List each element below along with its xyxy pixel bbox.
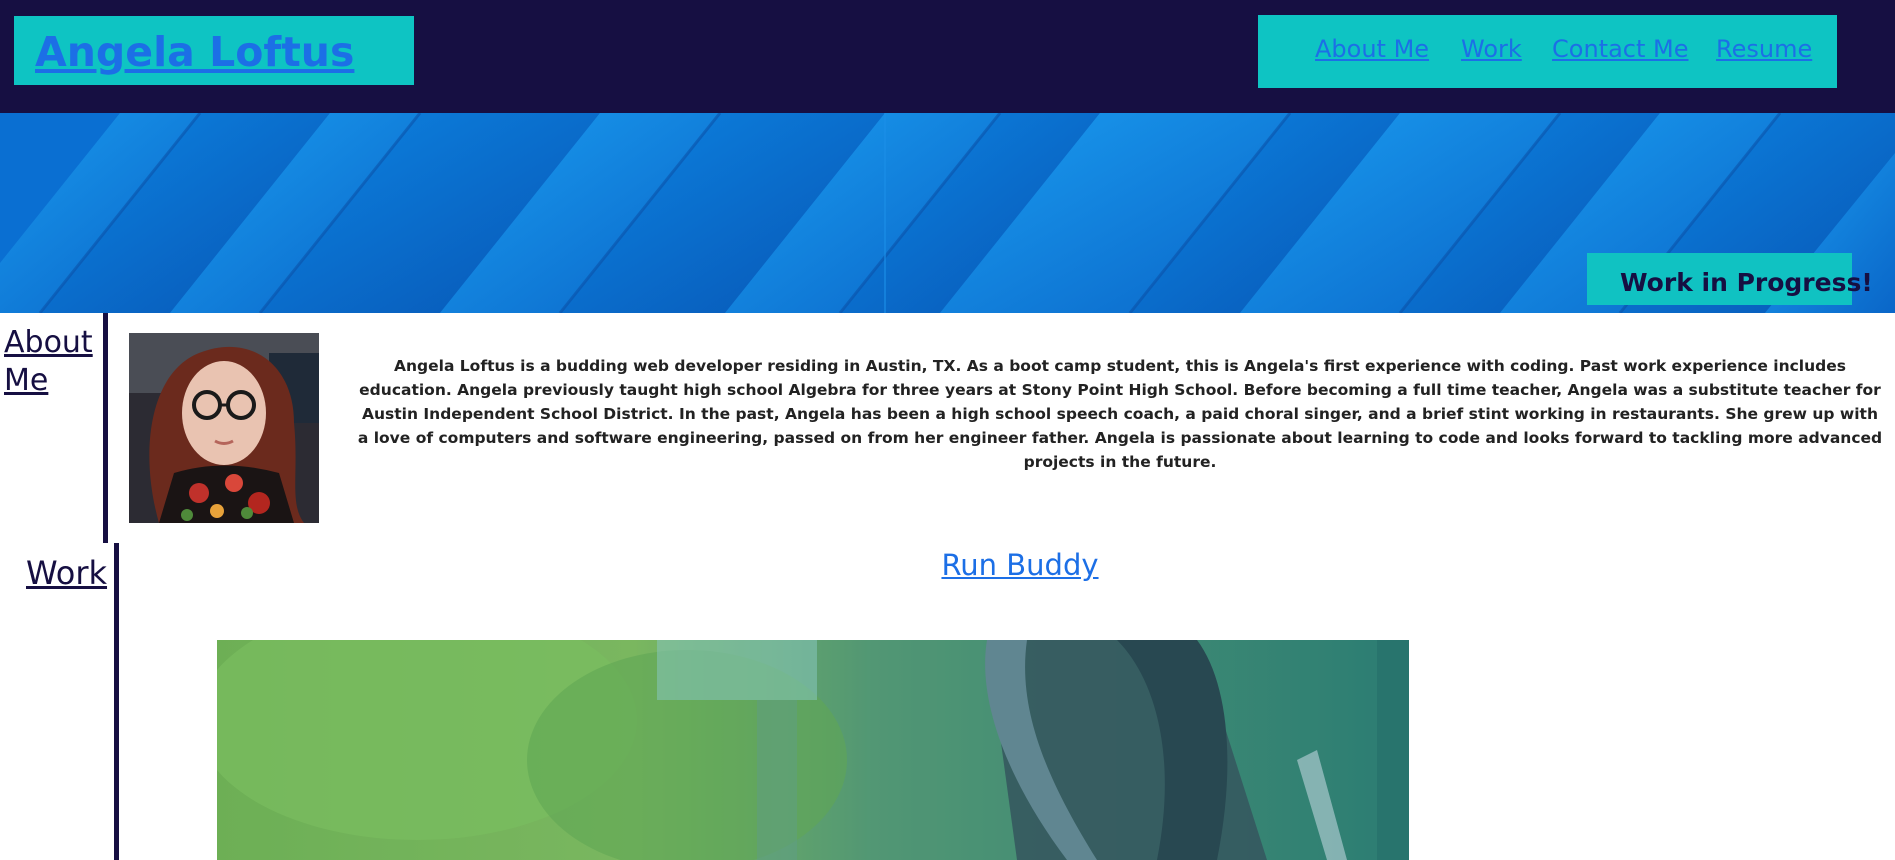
- main-nav: About Me Work Contact Me Resume: [1258, 15, 1837, 88]
- profile-photo-illustration: [129, 333, 319, 523]
- nav-work[interactable]: Work: [1461, 35, 1522, 63]
- hero-banner: Work in Progress!: [0, 113, 1895, 313]
- nav-contact-me[interactable]: Contact Me: [1552, 35, 1688, 63]
- about-divider: [103, 313, 108, 543]
- project-title-run-buddy[interactable]: Run Buddy: [900, 548, 1140, 582]
- site-title-link[interactable]: Angela Loftus: [35, 28, 354, 76]
- nav-about-me[interactable]: About Me: [1315, 35, 1429, 63]
- project-image-illustration: [217, 640, 1409, 860]
- brand-box: Angela Loftus: [14, 16, 414, 85]
- about-heading: About Me: [4, 325, 93, 398]
- work-in-progress-text: Work in Progress!: [1620, 268, 1873, 297]
- work-in-progress-badge: Work in Progress!: [1587, 253, 1873, 305]
- project-image-run-buddy[interactable]: [217, 640, 1409, 860]
- profile-photo: [129, 333, 319, 523]
- work-heading: Work: [26, 554, 108, 592]
- work-divider: [114, 543, 119, 860]
- nav-resume[interactable]: Resume: [1716, 35, 1812, 63]
- about-bio: Angela Loftus is a budding web developer…: [357, 357, 1883, 471]
- site-header: Angela Loftus About Me Work Contact Me R…: [0, 0, 1895, 113]
